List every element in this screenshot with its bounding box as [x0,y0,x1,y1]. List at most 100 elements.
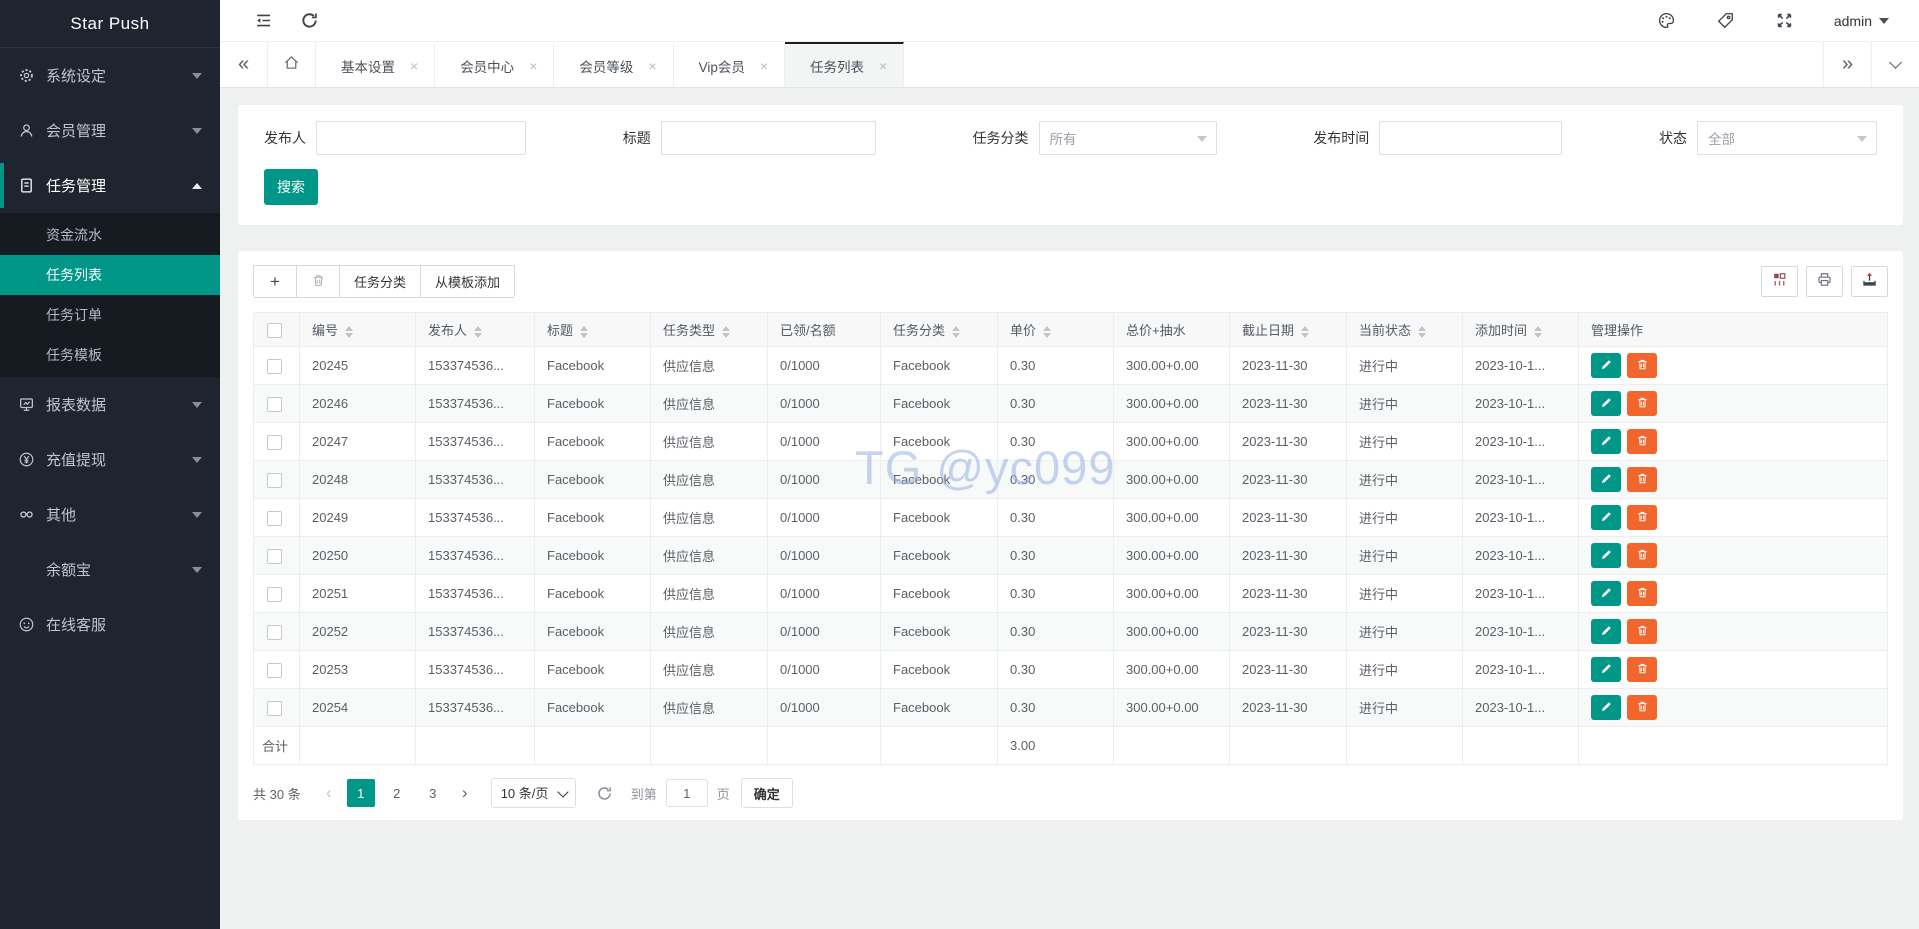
row-checkbox[interactable] [267,586,282,602]
delete-button[interactable] [1627,695,1657,720]
row-checkbox[interactable] [267,662,282,678]
sort-icon[interactable] [722,325,731,338]
close-icon[interactable]: × [648,58,656,74]
sidebar-item-task-orders[interactable]: 任务订单 [0,295,220,335]
close-icon[interactable]: × [879,58,887,74]
delete-button[interactable] [1627,619,1657,644]
sidebar-item-recharge-withdraw[interactable]: 充值提现 [0,432,220,487]
sidebar-item-system-settings[interactable]: 系统设定 [0,48,220,103]
page-button-2[interactable]: 2 [383,779,411,807]
close-icon[interactable]: × [760,58,768,74]
sidebar-collapse-icon[interactable] [254,11,273,30]
edit-button[interactable] [1591,391,1621,416]
tab-vip-member[interactable]: Vip会员 × [674,42,786,87]
add-from-template-button[interactable]: 从模板添加 [420,265,516,298]
prev-page-icon[interactable]: ‹ [315,779,343,807]
sort-icon[interactable] [1301,325,1310,338]
sidebar-item-online-support[interactable]: 在线客服 [0,597,220,652]
col-header-id[interactable]: 编号 [299,312,416,347]
fullscreen-icon[interactable] [1775,11,1794,30]
add-task-button[interactable]: + [253,265,297,298]
refresh-icon[interactable] [300,11,319,30]
delete-button[interactable] [1627,543,1657,568]
sidebar-item-task-management[interactable]: 任务管理 [0,158,220,213]
row-checkbox[interactable] [267,700,282,716]
toggle-columns-button[interactable] [1761,266,1798,297]
col-header-task_type[interactable]: 任务类型 [650,312,768,347]
delete-button[interactable] [1627,581,1657,606]
col-header-publisher[interactable]: 发布人 [415,312,535,347]
row-checkbox[interactable] [267,510,282,526]
page-button-1[interactable]: 1 [346,779,375,807]
tabs-menu-icon[interactable] [1871,42,1919,87]
confirm-button[interactable]: 确定 [740,778,793,808]
sidebar-item-fund-flow[interactable]: 资金流水 [0,215,220,255]
tag-icon[interactable] [1716,11,1735,30]
search-button[interactable]: 搜索 [264,169,318,205]
row-checkbox[interactable] [267,434,282,450]
category-select[interactable]: 所有 [1038,121,1217,155]
edit-button[interactable] [1591,581,1621,606]
pager-refresh-icon[interactable] [596,785,613,802]
col-header-deadline[interactable]: 截止日期 [1229,312,1347,347]
sort-icon[interactable] [345,325,354,338]
edit-button[interactable] [1591,505,1621,530]
page-button-3[interactable]: 3 [419,779,447,807]
print-button[interactable] [1806,266,1843,297]
sidebar-item-others[interactable]: 其他 [0,487,220,542]
tab-basic-settings[interactable]: 基本设置 × [316,42,436,87]
theme-palette-icon[interactable] [1657,11,1676,30]
edit-button[interactable] [1591,353,1621,378]
edit-button[interactable] [1591,467,1621,492]
home-tab[interactable] [268,42,316,87]
col-header-title[interactable]: 标题 [534,312,651,347]
close-icon[interactable]: × [529,58,537,74]
select-all-checkbox[interactable] [267,322,282,338]
edit-button[interactable] [1591,619,1621,644]
delete-selected-button[interactable] [296,265,340,298]
row-checkbox[interactable] [267,472,282,488]
export-button[interactable] [1851,266,1888,297]
sort-icon[interactable] [1043,325,1052,338]
row-checkbox[interactable] [267,358,282,374]
sidebar-item-report-data[interactable]: 报表数据 [0,377,220,432]
sidebar-item-task-templates[interactable]: 任务模板 [0,335,220,375]
tabs-scroll-left-icon[interactable]: « [220,42,268,87]
publish_time-input[interactable] [1379,121,1563,155]
delete-button[interactable] [1627,467,1657,492]
sort-icon[interactable] [952,325,961,338]
sidebar-item-member-management[interactable]: 会员管理 [0,103,220,158]
row-checkbox[interactable] [267,624,282,640]
close-icon[interactable]: × [410,58,418,74]
col-header-added_time[interactable]: 添加时间 [1462,312,1579,347]
tab-member-level[interactable]: 会员等级 × [554,42,674,87]
delete-button[interactable] [1627,657,1657,682]
tab-member-center[interactable]: 会员中心 × [435,42,555,87]
status-select[interactable]: 全部 [1697,121,1877,155]
title-input[interactable] [660,121,876,155]
edit-button[interactable] [1591,695,1621,720]
publisher-input[interactable] [316,121,526,155]
tabs-scroll-right-icon[interactable]: » [1823,42,1871,87]
edit-button[interactable] [1591,657,1621,682]
sidebar-item-yuebao[interactable]: 余额宝 [0,542,220,597]
delete-button[interactable] [1627,505,1657,530]
user-menu[interactable]: admin [1834,13,1889,29]
next-page-icon[interactable]: › [451,779,479,807]
task-category-button[interactable]: 任务分类 [339,265,422,298]
sort-icon[interactable] [580,325,589,338]
sidebar-item-task-list[interactable]: 任务列表 [0,255,220,295]
col-header-unit_price[interactable]: 单价 [997,312,1114,347]
tab-task-list[interactable]: 任务列表 × [785,42,905,87]
page-size-select[interactable]: 10 条/页 [490,778,576,808]
edit-button[interactable] [1591,543,1621,568]
goto-page-input[interactable] [665,779,708,807]
edit-button[interactable] [1591,429,1621,454]
col-header-category[interactable]: 任务分类 [880,312,998,347]
col-header-status[interactable]: 当前状态 [1346,312,1463,347]
row-checkbox[interactable] [267,396,282,412]
delete-button[interactable] [1627,391,1657,416]
sort-icon[interactable] [474,325,483,338]
row-checkbox[interactable] [267,548,282,564]
sort-icon[interactable] [1418,325,1427,338]
